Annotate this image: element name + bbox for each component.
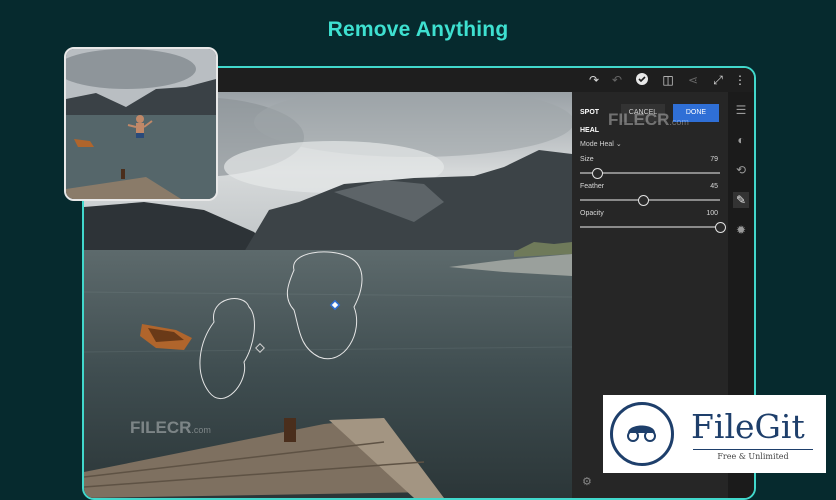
size-slider-thumb[interactable]: [591, 168, 603, 179]
opacity-slider[interactable]: [580, 222, 726, 233]
more-icon[interactable]: ⋮: [732, 72, 748, 88]
watermark-top: FILECR.com: [608, 110, 689, 129]
tab-spot-heal[interactable]: SPOT HEAL: [580, 104, 599, 140]
filegit-name: FileGit: [691, 407, 805, 446]
healing-bandage-icon[interactable]: ✎: [733, 192, 749, 208]
mode-label: Mode Heal: [580, 141, 614, 148]
feather-slider-thumb[interactable]: [638, 195, 649, 206]
filegit-badge: FileGit Free & Unlimited: [603, 395, 826, 473]
inset-before-photo: [64, 47, 218, 201]
feather-label: Feather: [580, 183, 605, 190]
undo-icon[interactable]: ↶: [609, 72, 625, 88]
crop-icon[interactable]: ⟲: [733, 162, 749, 178]
opacity-slider-thumb[interactable]: [715, 222, 726, 233]
filegit-tagline: Free & Unlimited: [693, 449, 813, 461]
size-value: 79: [710, 156, 718, 163]
filters-icon[interactable]: ◐: [733, 132, 749, 148]
fullscreen-icon[interactable]: ⤢: [710, 72, 726, 88]
gear-icon[interactable]: ✹: [733, 222, 749, 238]
check-icon[interactable]: [634, 72, 650, 88]
headline: Remove Anything: [327, 18, 509, 41]
opacity-value: 100: [706, 210, 718, 217]
size-label: Size: [580, 156, 594, 163]
redo-icon[interactable]: ↷: [586, 72, 602, 88]
feather-slider[interactable]: [580, 195, 720, 206]
settings-icon[interactable]: ⚙: [582, 475, 592, 488]
watermark-bottom: FILECR.com: [130, 418, 211, 437]
filegit-logo: [610, 402, 674, 466]
opacity-label: Opacity: [580, 210, 604, 217]
adjust-sliders-icon[interactable]: ☰: [733, 102, 749, 118]
share-icon[interactable]: ⋖: [685, 72, 701, 88]
compare-icon[interactable]: ◫: [660, 72, 676, 88]
feather-value: 45: [710, 183, 718, 190]
size-slider[interactable]: [580, 168, 720, 179]
mode-dropdown[interactable]: Mode Heal ⌄: [580, 140, 622, 148]
chevron-down-icon: ⌄: [615, 141, 622, 148]
